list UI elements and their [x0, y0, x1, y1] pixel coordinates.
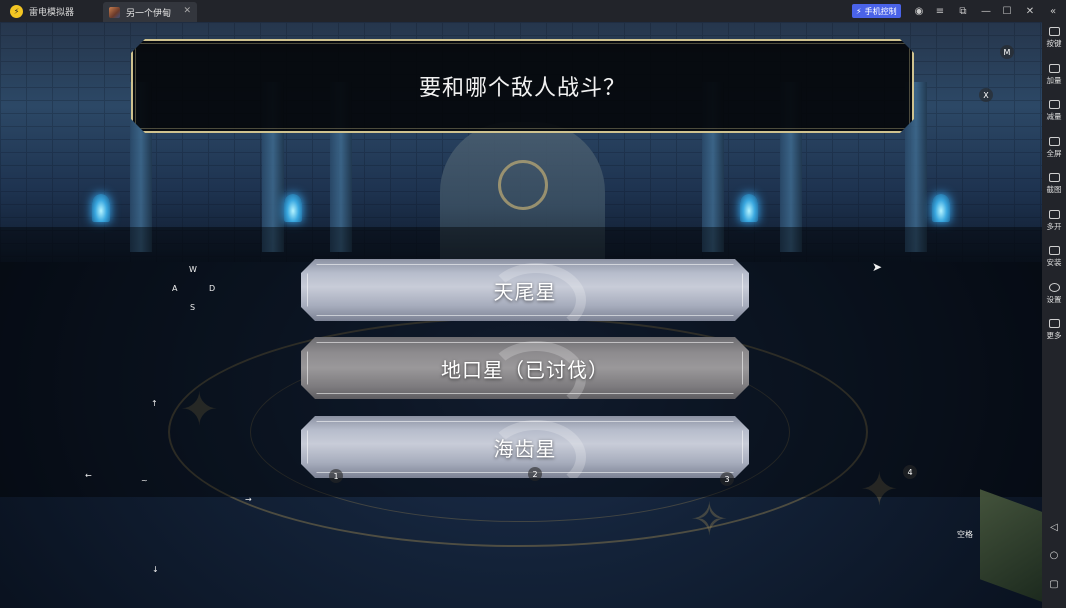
sidebar-label: 更多 — [1046, 331, 1062, 340]
app-brand: ⚡ 雷电模拟器 — [0, 0, 103, 22]
sidebar-label: 按键 — [1046, 39, 1062, 48]
emulator-sidebar: 按键 加量 减量 全屏 截图 多开 安装 设置 更多 ◁ ○ ▢ — [1042, 22, 1066, 608]
collapse-icon[interactable]: « — [1046, 3, 1060, 19]
minimize-icon[interactable]: — — [979, 3, 993, 19]
phone-control-label: 手机控制 — [864, 6, 897, 16]
key-left-arrow[interactable]: ← — [85, 471, 92, 480]
sidebar-item-fullscreen[interactable]: 全屏 — [1042, 137, 1066, 159]
game-thumbnail-icon — [109, 6, 120, 18]
key-w[interactable]: W — [189, 265, 197, 274]
choice-button-1[interactable]: 天尾星 — [301, 259, 749, 321]
corner-block — [980, 489, 1042, 605]
sidebar-label: 减量 — [1046, 112, 1062, 121]
sidebar-label: 全屏 — [1046, 149, 1062, 158]
key-x[interactable]: X — [979, 88, 993, 102]
key-3[interactable]: 3 — [720, 472, 734, 486]
sidebar-label: 多开 — [1046, 222, 1062, 231]
choice-label: 地口星（已讨伐） — [441, 357, 609, 382]
user-icon[interactable]: ◉ — [912, 3, 926, 19]
sidebar-item-install[interactable]: 安装 — [1042, 246, 1066, 268]
choice-button-3[interactable]: 海齿星 — [301, 416, 749, 478]
recent-apps-icon[interactable]: ▢ — [1048, 578, 1060, 590]
mouse-cursor-icon: ➤ — [872, 260, 883, 274]
fullscreen-icon — [1048, 137, 1060, 146]
key-tilde[interactable]: ~ — [141, 476, 148, 485]
menu-icon[interactable]: ≡ — [933, 3, 947, 19]
door-emblem — [498, 160, 548, 210]
key-a[interactable]: A — [172, 284, 177, 293]
bolt-icon: ⚡ — [856, 6, 862, 16]
dialog-question: 要和哪个敌人战斗？ — [418, 76, 626, 101]
volume-down-icon — [1048, 100, 1060, 109]
key-d[interactable]: D — [209, 284, 215, 293]
key-1[interactable]: 1 — [329, 469, 343, 483]
key-down-arrow[interactable]: ↓ — [152, 565, 159, 574]
sidebar-item-settings[interactable]: 设置 — [1042, 283, 1066, 305]
multi-instance-icon — [1048, 210, 1060, 219]
game-screen[interactable]: ✦ ✦ ✧ 要和哪个敌人战斗？ 天尾星 地口星（已讨伐） 海齿星 M X W A… — [0, 22, 1042, 608]
home-icon[interactable]: ○ — [1048, 549, 1060, 561]
sidebar-item-screenshot[interactable]: 截图 — [1042, 173, 1066, 195]
choice-label: 海齿星 — [493, 436, 557, 461]
title-bar: ⚡ 雷电模拟器 另一个伊甸 ✕ ⚡ 手机控制 ◉ ≡ ⧉ — ☐ ✕ « — [0, 0, 1066, 22]
sidebar-label: 截图 — [1046, 185, 1062, 194]
scissors-icon — [1048, 173, 1060, 182]
restore-icon[interactable]: ⧉ — [956, 3, 970, 19]
maximize-icon[interactable]: ☐ — [1000, 3, 1014, 19]
key-4[interactable]: 4 — [903, 465, 917, 479]
floor-star-decoration: ✧ — [690, 492, 729, 546]
tab-close-icon[interactable]: ✕ — [183, 6, 191, 16]
choice-label: 天尾星 — [493, 279, 557, 304]
back-icon[interactable]: ◁ — [1048, 521, 1060, 533]
sidebar-label: 安装 — [1046, 258, 1062, 267]
sidebar-label: 设置 — [1046, 295, 1062, 304]
close-icon[interactable]: ✕ — [1023, 3, 1037, 19]
sidebar-item-volume-up[interactable]: 加量 — [1042, 64, 1066, 86]
glowing-window — [740, 194, 758, 222]
sidebar-label: 加量 — [1046, 76, 1062, 85]
phone-control-button[interactable]: ⚡ 手机控制 — [852, 4, 901, 18]
key-2[interactable]: 2 — [528, 467, 542, 481]
keyboard-icon — [1048, 27, 1060, 36]
key-m[interactable]: M — [1000, 45, 1014, 59]
volume-up-icon — [1048, 64, 1060, 73]
key-space[interactable]: 空格 — [957, 529, 973, 540]
key-s[interactable]: S — [190, 303, 195, 312]
choice-button-2[interactable]: 地口星（已讨伐） — [301, 337, 749, 399]
install-icon — [1048, 246, 1060, 255]
gear-icon — [1048, 283, 1060, 292]
question-dialog: 要和哪个敌人战斗？ — [131, 39, 914, 133]
sidebar-item-multi-instance[interactable]: 多开 — [1042, 210, 1066, 232]
app-logo-icon: ⚡ — [10, 4, 23, 18]
tab-label: 另一个伊甸 — [126, 8, 172, 19]
glowing-window — [284, 194, 302, 222]
glowing-window — [932, 194, 950, 222]
sidebar-item-more[interactable]: 更多 — [1042, 319, 1066, 341]
sidebar-item-keymap[interactable]: 按键 — [1042, 27, 1066, 49]
glowing-window — [92, 194, 110, 222]
app-name: 雷电模拟器 — [29, 7, 75, 18]
tab-game[interactable]: 另一个伊甸 ✕ — [103, 2, 197, 22]
more-icon — [1048, 319, 1060, 328]
key-right-arrow[interactable]: → — [245, 495, 252, 504]
sidebar-item-volume-down[interactable]: 减量 — [1042, 100, 1066, 122]
key-up-arrow[interactable]: ↑ — [151, 399, 158, 408]
